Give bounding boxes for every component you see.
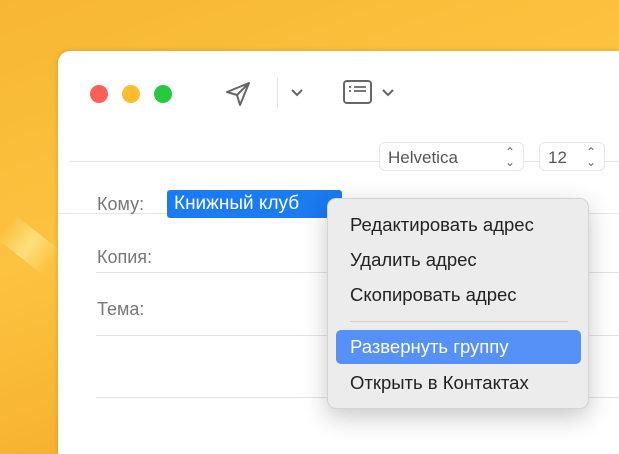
font-family-select[interactable]: Helvetica ⌃ ⌄ (379, 142, 524, 171)
header-options-chevron-icon[interactable] (381, 87, 395, 99)
wallpaper-streak (0, 215, 62, 275)
updown-arrows-icon: ⌃ ⌄ (585, 145, 596, 169)
menu-item-copy-address[interactable]: Скопировать адрес (336, 278, 581, 312)
paper-plane-icon[interactable] (224, 80, 252, 108)
menu-item-expand-group[interactable]: Развернуть группу (336, 330, 581, 364)
font-size-select[interactable]: 12 ⌃ ⌄ (539, 142, 605, 171)
font-size-value: 12 (548, 148, 567, 167)
menu-item-open-in-contacts[interactable]: Открыть в Контактах (336, 366, 581, 400)
menu-item-delete-address[interactable]: Удалить адрес (336, 243, 581, 277)
cc-label: Копия: (97, 247, 153, 267)
header-fields-icon[interactable] (342, 79, 374, 105)
toolbar-separator (277, 78, 278, 108)
context-menu: Редактировать адрес Удалить адрес Скопир… (327, 198, 589, 409)
toolbar-divider (70, 161, 619, 162)
updown-arrows-icon: ⌃ ⌄ (504, 145, 515, 169)
send-options-chevron-icon[interactable] (290, 87, 304, 99)
font-family-value: Helvetica (388, 148, 458, 167)
recipient-token[interactable]: Книжный клуб (167, 190, 342, 218)
subject-label: Тема: (97, 299, 145, 319)
menu-item-edit-address[interactable]: Редактировать адрес (336, 208, 581, 242)
minimize-button[interactable] (122, 85, 140, 103)
to-label: Кому: (97, 194, 145, 214)
zoom-button[interactable] (154, 85, 172, 103)
menu-separator (350, 321, 568, 322)
close-button[interactable] (90, 85, 108, 103)
